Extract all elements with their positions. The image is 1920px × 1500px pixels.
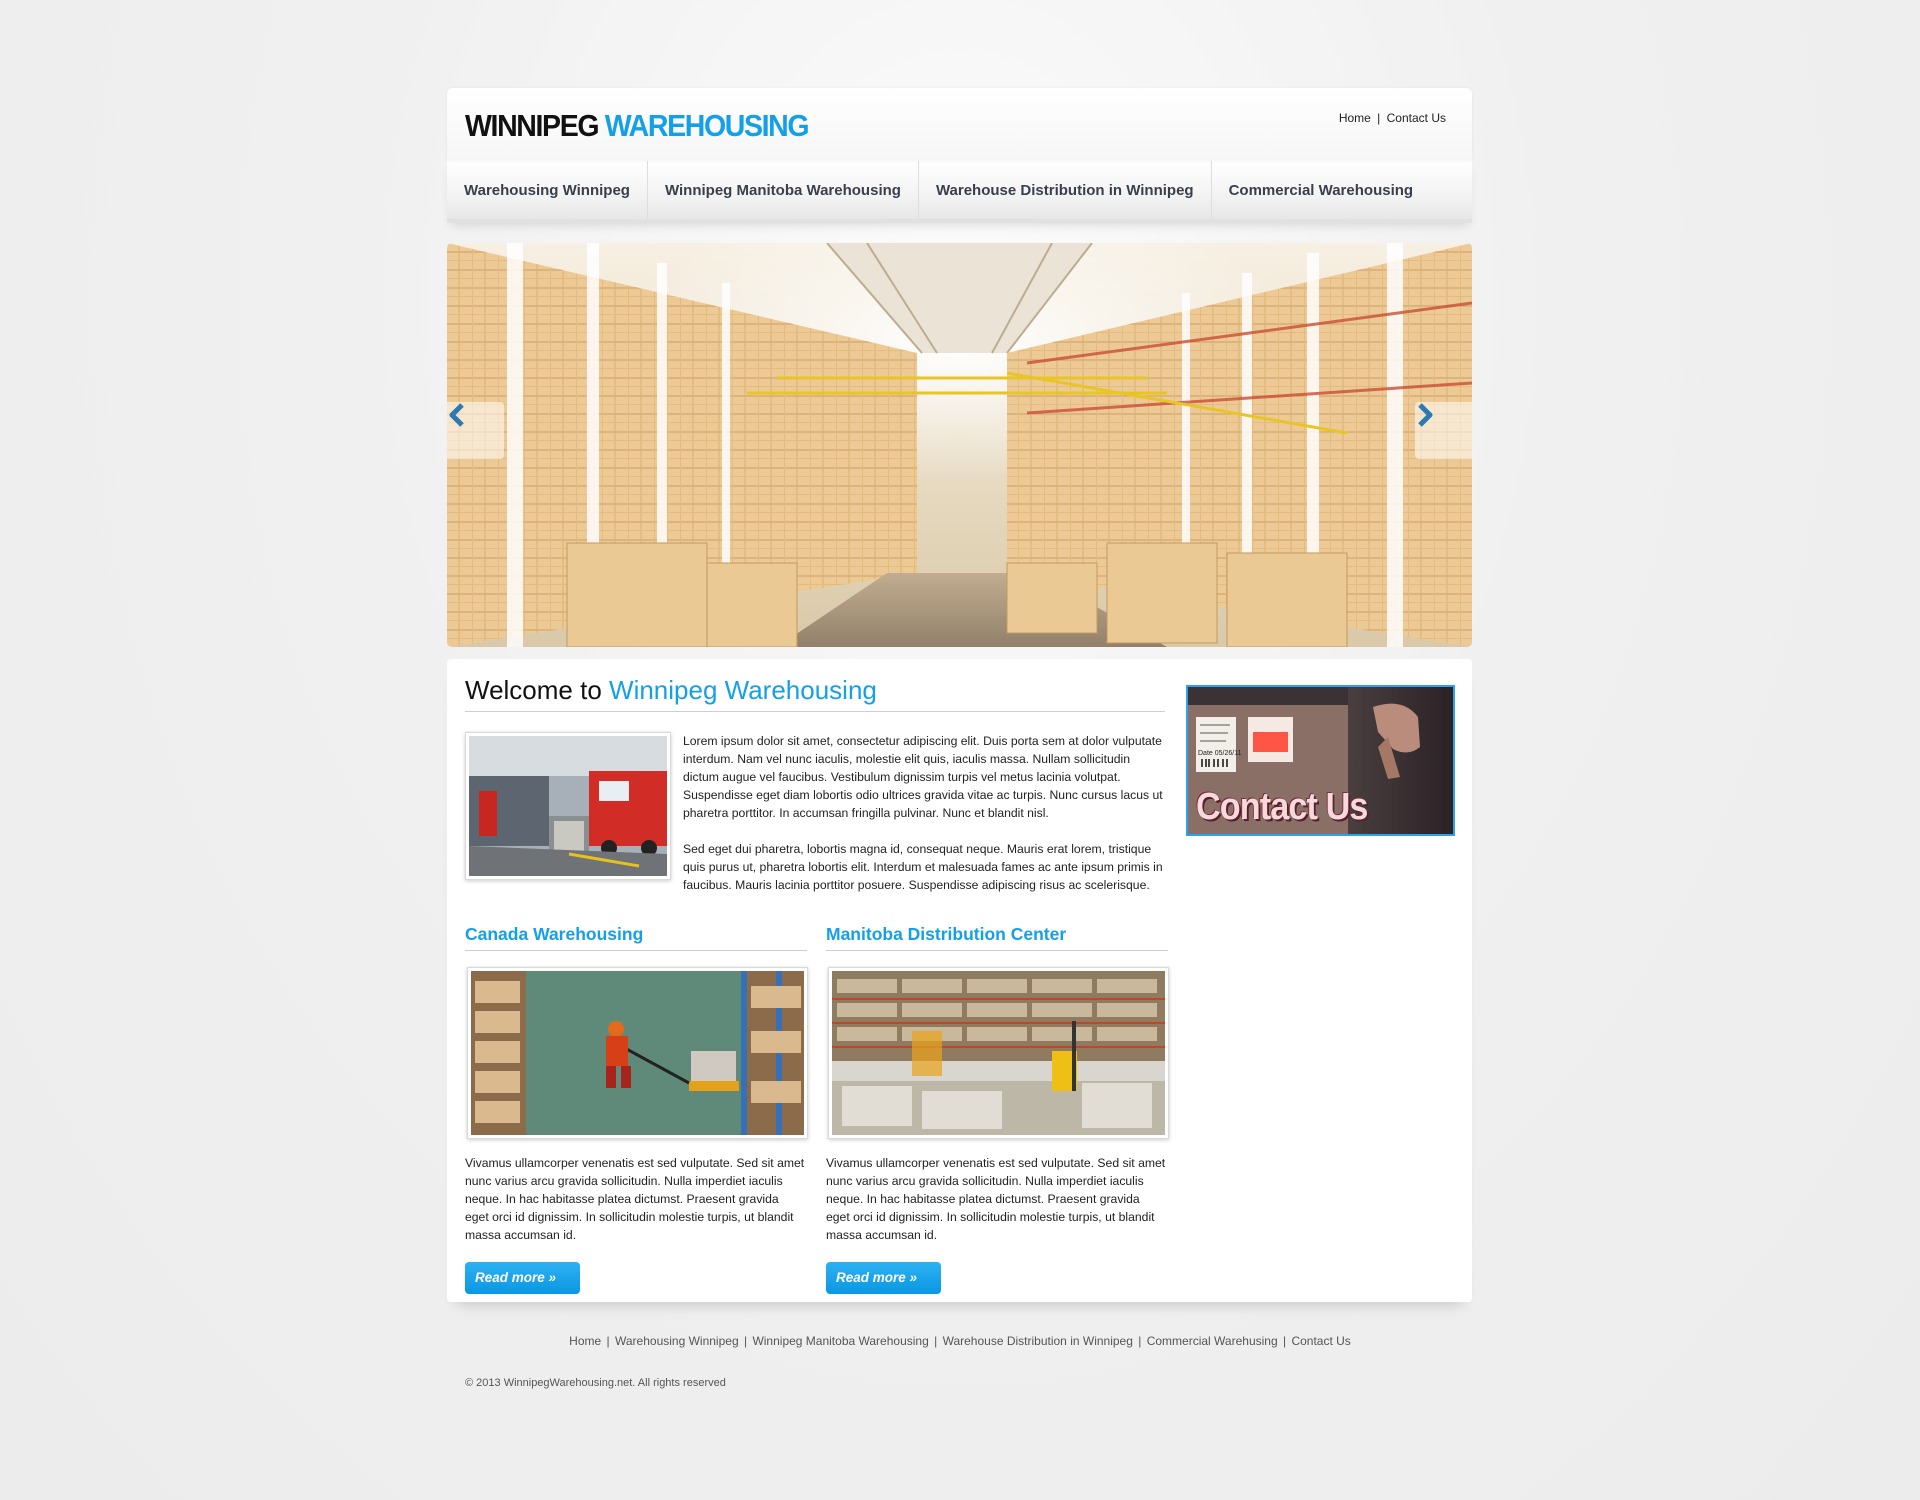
footer-separator: | [1282, 1334, 1287, 1348]
nav-item-commercial-warehousing[interactable]: Commercial Warehousing [1212, 161, 1430, 219]
hero-warehouse-image [447, 243, 1472, 647]
page-wrapper: WINNIPEG WAREHOUSING Home | Contact Us W… [447, 88, 1472, 1302]
top-links: Home | Contact Us [1339, 111, 1446, 125]
nav-item-warehouse-distribution[interactable]: Warehouse Distribution in Winnipeg [919, 161, 1212, 219]
nav-item-winnipeg-manitoba-warehousing[interactable]: Winnipeg Manitoba Warehousing [648, 161, 919, 219]
footer-link-home[interactable]: Home [569, 1334, 601, 1348]
hero-slider[interactable] [447, 243, 1472, 647]
banner-contact-us-text: Contact Us [1196, 786, 1368, 828]
top-link-contact[interactable]: Contact Us [1387, 111, 1446, 125]
pallet-jack-photo [471, 971, 804, 1135]
site-logo[interactable]: WINNIPEG WAREHOUSING [465, 108, 810, 144]
feature-column-canada: Canada Warehousing Vivamus ullamcorper v… [465, 924, 808, 1294]
footer-link-contact[interactable]: Contact Us [1291, 1334, 1350, 1348]
feature-text-manitoba: Vivamus ullamcorper venenatis est sed vu… [826, 1156, 1166, 1242]
contact-us-banner[interactable]: Date 05/26/11 Contact Us [1186, 685, 1455, 836]
feature-image-manitoba [828, 967, 1169, 1139]
intro-paragraph-2: Sed eget dui pharetra, lobortis magna id… [683, 842, 1163, 892]
read-more-button-canada[interactable]: Read more » [465, 1262, 580, 1294]
nav-item-warehousing-winnipeg[interactable]: Warehousing Winnipeg [447, 161, 648, 219]
feature-image-canada [467, 967, 808, 1139]
intro-paragraph-1: Lorem ipsum dolor sit amet, consectetur … [683, 734, 1163, 820]
slider-prev-button[interactable] [447, 402, 504, 459]
content-panel: Welcome to Winnipeg Warehousing Lorem ip… [447, 659, 1472, 1302]
intro-section: Lorem ipsum dolor sit amet, consectetur … [465, 732, 1170, 894]
feature-title-manitoba[interactable]: Manitoba Distribution Center [826, 924, 1168, 951]
site-header: WINNIPEG WAREHOUSING Home | Contact Us [447, 88, 1472, 161]
forklift-warehouse-photo [832, 971, 1165, 1135]
logo-text-winnipeg: WINNIPEG [465, 108, 600, 143]
chevron-right-icon [1418, 403, 1433, 427]
welcome-heading: Welcome to Winnipeg Warehousing [465, 675, 1165, 712]
main-column: Welcome to Winnipeg Warehousing Lorem ip… [465, 675, 1170, 1294]
main-nav: Warehousing Winnipeg Winnipeg Manitoba W… [447, 161, 1472, 223]
footer-link-warehouse-distribution[interactable]: Warehouse Distribution in Winnipeg [943, 1334, 1133, 1348]
warehouse-truck-photo [469, 736, 667, 876]
footer-link-warehousing-winnipeg[interactable]: Warehousing Winnipeg [615, 1334, 739, 1348]
feature-text-canada: Vivamus ullamcorper venenatis est sed vu… [465, 1156, 805, 1242]
footer-separator: | [606, 1334, 610, 1348]
intro-image [465, 732, 671, 880]
feature-columns: Canada Warehousing Vivamus ullamcorper v… [465, 924, 1170, 1294]
footer-link-winnipeg-manitoba[interactable]: Winnipeg Manitoba Warehousing [752, 1334, 928, 1348]
box-label-date: Date 05/26/11 [1198, 750, 1242, 757]
welcome-heading-prefix: Welcome to [465, 675, 602, 705]
footer-separator: | [1138, 1334, 1142, 1348]
footer-separator: | [743, 1334, 748, 1348]
slider-next-button[interactable] [1415, 402, 1472, 459]
read-more-button-manitoba[interactable]: Read more » [826, 1262, 941, 1294]
top-link-separator: | [1377, 111, 1381, 125]
feature-column-manitoba: Manitoba Distribution Center Vivamus ull… [826, 924, 1169, 1294]
copyright-text: © 2013 WinnipegWarehousing.net. All righ… [465, 1377, 726, 1389]
footer-separator: | [934, 1334, 938, 1348]
intro-text: Lorem ipsum dolor sit amet, consectetur … [683, 732, 1163, 894]
welcome-heading-highlight: Winnipeg Warehousing [609, 675, 877, 705]
logo-text-warehousing: WAREHOUSING [604, 108, 810, 143]
feature-title-canada[interactable]: Canada Warehousing [465, 924, 807, 951]
footer-links: Home | Warehousing Winnipeg | Winnipeg M… [0, 1334, 1920, 1348]
top-link-home[interactable]: Home [1339, 111, 1371, 125]
footer-link-commercial[interactable]: Commercial Warehusing [1147, 1334, 1278, 1348]
chevron-left-icon [449, 403, 464, 427]
